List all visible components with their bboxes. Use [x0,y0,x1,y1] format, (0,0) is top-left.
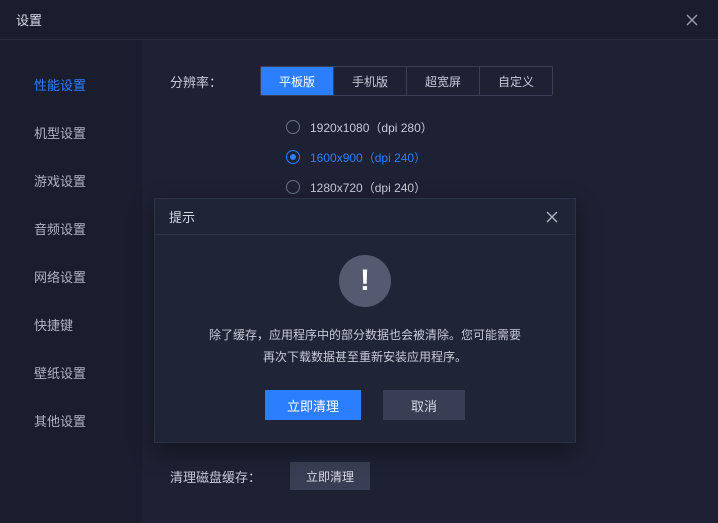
dialog-message: 除了缓存，应用程序中的部分数据也会被清除。您可能需要 再次下载数据甚至重新安装应… [209,325,521,368]
window-title: 设置 [16,10,42,29]
sidebar-item-label: 快捷键 [34,315,73,334]
resolution-radio[interactable]: 1600x900（dpi 240） [286,142,686,172]
resolution-tab[interactable]: 手机版 [334,67,407,95]
radio-icon [286,120,300,134]
clear-cache-label: 清理磁盘缓存： [170,467,290,486]
content: 分辨率： 平板版手机版超宽屏自定义 1920x1080（dpi 280） 1600… [142,40,718,523]
radio-icon [286,180,300,194]
resolution-tabs: 平板版手机版超宽屏自定义 [260,66,553,96]
radio-icon [286,150,300,164]
sidebar-item-label: 机型设置 [34,123,86,142]
close-icon[interactable] [682,10,702,30]
titlebar: 设置 [0,0,718,40]
resolution-tab[interactable]: 自定义 [480,67,552,95]
warning-icon: ! [339,255,391,307]
dialog-close-icon[interactable] [543,208,561,226]
sidebar-item-label: 网络设置 [34,267,86,286]
resolution-tab[interactable]: 平板版 [261,67,334,95]
sidebar-item-label: 音频设置 [34,219,86,238]
sidebar: 性能设置机型设置游戏设置音频设置网络设置快捷键壁纸设置其他设置 [0,40,142,523]
sidebar-item[interactable]: 快捷键 [0,300,142,348]
sidebar-item[interactable]: 壁纸设置 [0,348,142,396]
sidebar-item-label: 性能设置 [34,75,86,94]
sidebar-item[interactable]: 性能设置 [0,60,142,108]
sidebar-item-label: 其他设置 [34,411,86,430]
resolution-label: 分辨率： [170,72,260,91]
radio-label: 1920x1080（dpi 280） [310,119,433,136]
sidebar-item-label: 壁纸设置 [34,363,86,382]
sidebar-item[interactable]: 机型设置 [0,108,142,156]
resolution-options: 1920x1080（dpi 280） 1600x900（dpi 240） 1280x… [286,112,686,202]
clear-cache-button[interactable]: 立即清理 [290,462,370,490]
confirm-dialog: 提示 ! 除了缓存，应用程序中的部分数据也会被清除。您可能需要 再次下载数据甚至… [154,198,576,443]
confirm-button[interactable]: 立即清理 [265,390,361,420]
dialog-header: 提示 [155,199,575,235]
radio-label: 1600x900（dpi 240） [310,149,426,166]
resolution-tab[interactable]: 超宽屏 [407,67,480,95]
sidebar-item[interactable]: 其他设置 [0,396,142,444]
dialog-title: 提示 [169,207,195,226]
sidebar-item-label: 游戏设置 [34,171,86,190]
resolution-radio[interactable]: 1920x1080（dpi 280） [286,112,686,142]
sidebar-item[interactable]: 音频设置 [0,204,142,252]
radio-label: 1280x720（dpi 240） [310,179,426,196]
sidebar-item[interactable]: 游戏设置 [0,156,142,204]
cancel-button[interactable]: 取消 [383,390,465,420]
sidebar-item[interactable]: 网络设置 [0,252,142,300]
